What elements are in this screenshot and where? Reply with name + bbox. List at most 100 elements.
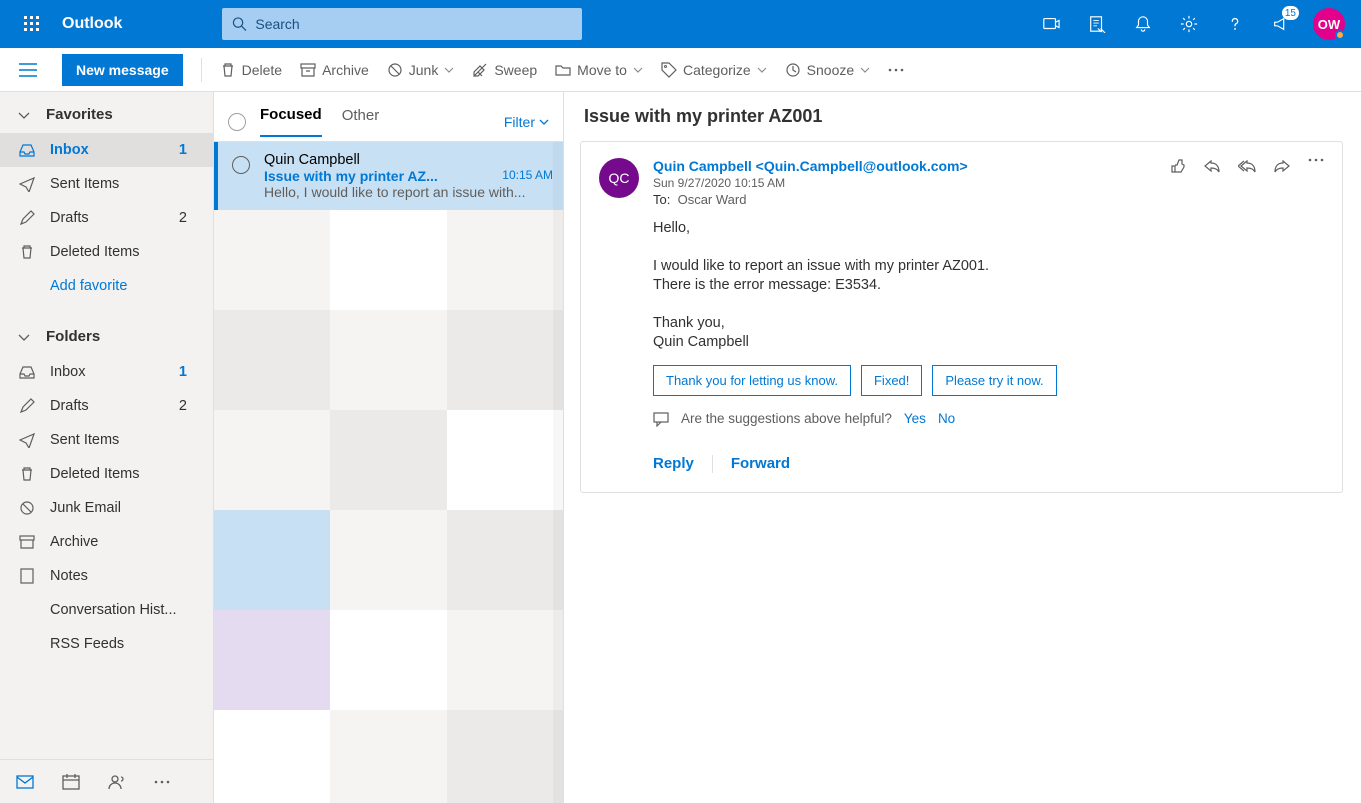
reply-icon[interactable]: [1204, 158, 1220, 207]
more-actions-button[interactable]: [888, 68, 904, 72]
search-input[interactable]: [255, 16, 572, 32]
teams-call-icon[interactable]: [1029, 0, 1073, 48]
feedback-yes[interactable]: Yes: [904, 410, 926, 428]
moveto-button[interactable]: Move to: [555, 62, 643, 78]
favorites-header[interactable]: Favorites: [0, 92, 213, 133]
message-from: Quin Campbell: [264, 152, 553, 168]
sidebar-folder-junk[interactable]: Junk Email: [0, 491, 213, 525]
hamburger-icon[interactable]: [12, 54, 44, 86]
junk-button[interactable]: Junk: [387, 62, 455, 78]
sender-name[interactable]: Quin Campbell <Quin.Campbell@outlook.com…: [653, 158, 1156, 174]
message-item[interactable]: Quin Campbell Issue with my printer AZ..…: [214, 142, 563, 210]
tag-icon: [661, 62, 677, 78]
calendar-icon[interactable]: [62, 773, 80, 791]
search-box[interactable]: [222, 8, 582, 40]
delete-button[interactable]: Delete: [220, 62, 282, 78]
to-line: To: Oscar Ward: [653, 192, 1156, 207]
suggested-reply-2[interactable]: Fixed!: [861, 365, 922, 396]
suggested-reply-3[interactable]: Please try it now.: [932, 365, 1056, 396]
message-checkbox[interactable]: [232, 156, 250, 174]
categorize-button[interactable]: Categorize: [661, 62, 767, 78]
archive-icon: [18, 534, 36, 550]
inbox-icon: [18, 364, 36, 380]
sidebar-folder-sent[interactable]: Sent Items: [0, 423, 213, 457]
chevron-down-icon: [444, 65, 454, 75]
sidebar-item-drafts[interactable]: Drafts 2: [0, 201, 213, 235]
filter-button[interactable]: Filter: [504, 114, 549, 130]
drafts-icon: [18, 398, 36, 414]
sweep-button[interactable]: Sweep: [472, 62, 537, 78]
ellipsis-icon: [888, 68, 904, 72]
archive-button[interactable]: Archive: [300, 62, 369, 78]
feedback-row: Are the suggestions above helpful? Yes N…: [653, 410, 1324, 428]
help-icon[interactable]: [1213, 0, 1257, 48]
sidebar-folder-rss[interactable]: RSS Feeds: [0, 627, 213, 661]
more-icon[interactable]: [154, 780, 170, 784]
junk-icon: [387, 62, 403, 78]
add-favorite-link[interactable]: Add favorite: [0, 269, 213, 314]
tab-focused[interactable]: Focused: [260, 106, 322, 137]
reading-pane: Issue with my printer AZ001 QC Quin Camp…: [564, 92, 1361, 803]
like-icon[interactable]: [1170, 158, 1186, 207]
sidebar-item-deleted[interactable]: Deleted Items: [0, 235, 213, 269]
reply-all-icon[interactable]: [1238, 158, 1256, 207]
new-message-button[interactable]: New message: [62, 54, 183, 86]
chat-icon: [653, 411, 669, 427]
sent-icon: [18, 432, 36, 448]
email-title: Issue with my printer AZ001: [580, 106, 1343, 127]
trash-icon: [18, 466, 36, 482]
mail-icon[interactable]: [16, 773, 34, 791]
feedback-no[interactable]: No: [938, 410, 955, 428]
folder-move-icon: [555, 62, 571, 78]
sidebar-folder-conversation-history[interactable]: Conversation Hist...: [0, 593, 213, 627]
message-time: 10:15 AM: [502, 168, 553, 184]
trash-icon: [18, 244, 36, 260]
sent-datetime: Sun 9/27/2020 10:15 AM: [653, 176, 1156, 190]
settings-icon[interactable]: [1167, 0, 1211, 48]
message-subject: Issue with my printer AZ...: [264, 168, 438, 184]
sidebar-folder-deleted[interactable]: Deleted Items: [0, 457, 213, 491]
sidebar-folder-archive[interactable]: Archive: [0, 525, 213, 559]
announcements-icon[interactable]: 15: [1259, 0, 1303, 48]
suggested-reply-1[interactable]: Thank you for letting us know.: [653, 365, 851, 396]
more-icon[interactable]: [1308, 158, 1324, 207]
sender-avatar: QC: [599, 158, 639, 198]
select-all-checkbox[interactable]: [228, 113, 246, 131]
notes-icon: [18, 568, 36, 584]
sidebar-item-inbox[interactable]: Inbox 1: [0, 133, 213, 167]
forward-icon[interactable]: [1274, 158, 1290, 207]
folders-header[interactable]: Folders: [0, 314, 213, 355]
presence-away-icon: [1335, 30, 1345, 40]
bottom-nav: [0, 759, 213, 803]
trash-icon: [220, 62, 236, 78]
email-card: QC Quin Campbell <Quin.Campbell@outlook.…: [580, 141, 1343, 493]
tab-other[interactable]: Other: [342, 107, 380, 136]
sidebar: Favorites Inbox 1 Sent Items Drafts 2 De…: [0, 92, 214, 803]
chevron-down-icon: [18, 109, 30, 121]
card-actions: [1170, 158, 1324, 207]
notifications-icon[interactable]: [1121, 0, 1165, 48]
snooze-button[interactable]: Snooze: [785, 62, 870, 78]
people-icon[interactable]: [108, 773, 126, 791]
clock-icon: [785, 62, 801, 78]
email-body: Hello, I would like to report an issue w…: [653, 219, 1324, 474]
suggested-replies: Thank you for letting us know. Fixed! Pl…: [653, 365, 1324, 396]
sidebar-folder-notes[interactable]: Notes: [0, 559, 213, 593]
sidebar-folder-inbox[interactable]: Inbox 1: [0, 355, 213, 389]
notes-icon[interactable]: [1075, 0, 1119, 48]
user-avatar[interactable]: OW: [1313, 8, 1345, 40]
header-icons: 15 OW: [1029, 0, 1353, 48]
inbox-icon: [18, 142, 36, 158]
respond-links: Reply Forward: [653, 454, 1324, 474]
forward-link[interactable]: Forward: [731, 454, 790, 474]
app-name: Outlook: [62, 15, 122, 33]
chevron-down-icon: [539, 117, 549, 127]
sweep-icon: [472, 62, 488, 78]
sidebar-folder-drafts[interactable]: Drafts 2: [0, 389, 213, 423]
app-launcher-icon[interactable]: [8, 0, 56, 48]
scrollbar[interactable]: [553, 142, 563, 803]
chevron-down-icon: [757, 65, 767, 75]
sidebar-item-sent[interactable]: Sent Items: [0, 167, 213, 201]
reply-link[interactable]: Reply: [653, 454, 694, 474]
message-list: Focused Other Filter Quin Campbell Issue…: [214, 92, 564, 803]
